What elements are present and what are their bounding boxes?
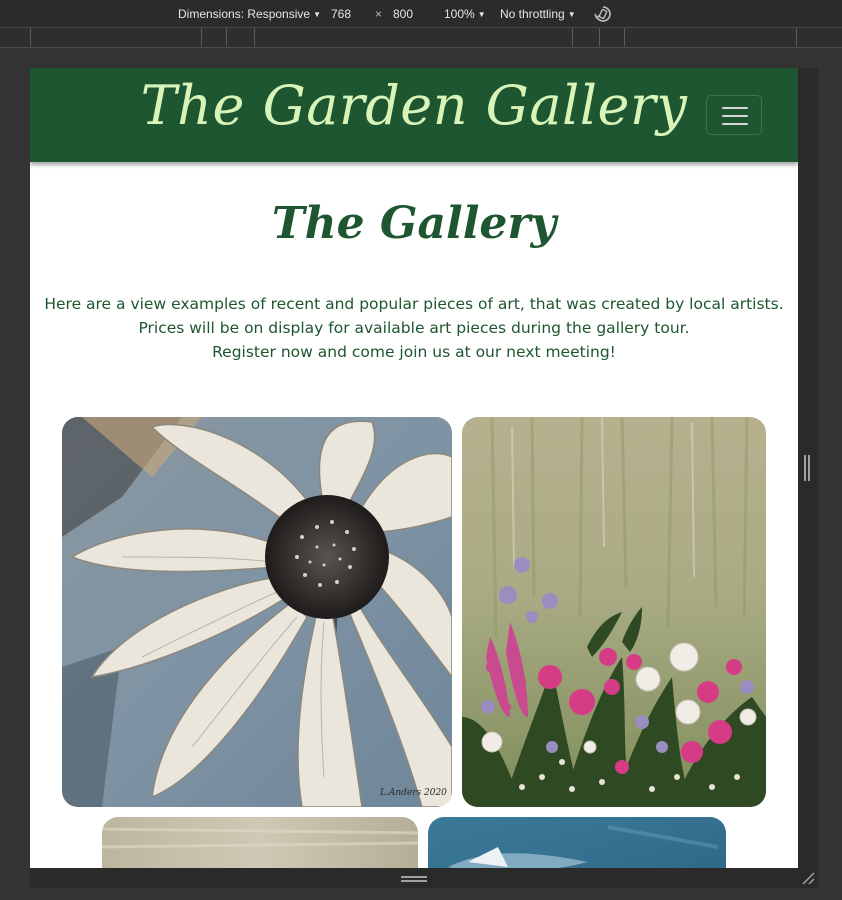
height-resize-handle[interactable] [401, 876, 427, 883]
intro-line: Prices will be on display for available … [138, 319, 690, 337]
artwork-blue-abstract[interactable] [428, 817, 726, 868]
ruler-tick [226, 28, 227, 46]
artwork-wildflowers[interactable] [462, 417, 766, 807]
hamburger-menu-button[interactable] [706, 95, 762, 135]
ruler-tick [572, 28, 573, 46]
ruler-tick [201, 28, 202, 46]
intro-line: Register now and come join us at our nex… [212, 343, 616, 361]
chevron-down-icon: ▼ [313, 10, 321, 19]
daisy-painting-image: L.Anders 2020 [62, 417, 452, 807]
handle-bar [808, 455, 810, 481]
artwork-cream-abstract[interactable] [102, 817, 418, 868]
blue-painting-image [428, 817, 726, 868]
wildflower-painting-image [462, 417, 766, 807]
artist-signature: L.Anders 2020 [379, 788, 447, 798]
corner-resize-icon[interactable] [800, 870, 816, 886]
handle-bar [401, 880, 427, 882]
site-header: The Garden Gallery [30, 68, 798, 162]
device-toolbar: Dimensions: Responsive ▼ 768 × 800 100% ▼ … [0, 0, 842, 28]
handle-bar [804, 455, 806, 481]
chevron-down-icon: ▼ [567, 10, 576, 19]
ruler-tick [796, 28, 797, 46]
throttling-dropdown[interactable]: No throttling ▼ [500, 7, 576, 21]
dimensions-dropdown[interactable]: Dimensions: Responsive ▼ [178, 7, 321, 21]
zoom-dropdown[interactable]: 100% ▼ [444, 7, 486, 21]
media-query-ruler[interactable] [0, 28, 842, 48]
width-resize-handle[interactable] [804, 455, 812, 481]
ruler-tick [599, 28, 600, 46]
height-input[interactable]: 800 [393, 7, 413, 21]
rotate-icon[interactable] [594, 5, 612, 23]
artwork-daisy[interactable]: L.Anders 2020 [62, 417, 452, 807]
hamburger-bar [722, 107, 748, 109]
width-input[interactable]: 768 [331, 7, 351, 21]
chevron-down-icon: ▼ [477, 10, 486, 19]
throttling-label: No throttling [500, 7, 565, 21]
hamburger-bar [722, 115, 748, 117]
hamburger-bar [722, 123, 748, 125]
zoom-label: 100% [444, 7, 475, 21]
device-viewport: The Garden Gallery The Gallery Here are … [30, 68, 798, 868]
ruler-tick [30, 28, 31, 46]
dimension-separator: × [375, 7, 383, 21]
intro-text: Here are a view examples of recent and p… [30, 292, 798, 364]
intro-line: Here are a view examples of recent and p… [44, 295, 784, 313]
cream-painting-image [102, 817, 418, 868]
dimensions-label: Dimensions: Responsive [178, 7, 311, 21]
brand-logo[interactable]: The Garden Gallery [30, 74, 798, 137]
page-title: The Gallery [271, 198, 557, 249]
ruler-tick [254, 28, 255, 46]
handle-bar [401, 876, 427, 878]
ruler-tick [624, 28, 625, 46]
